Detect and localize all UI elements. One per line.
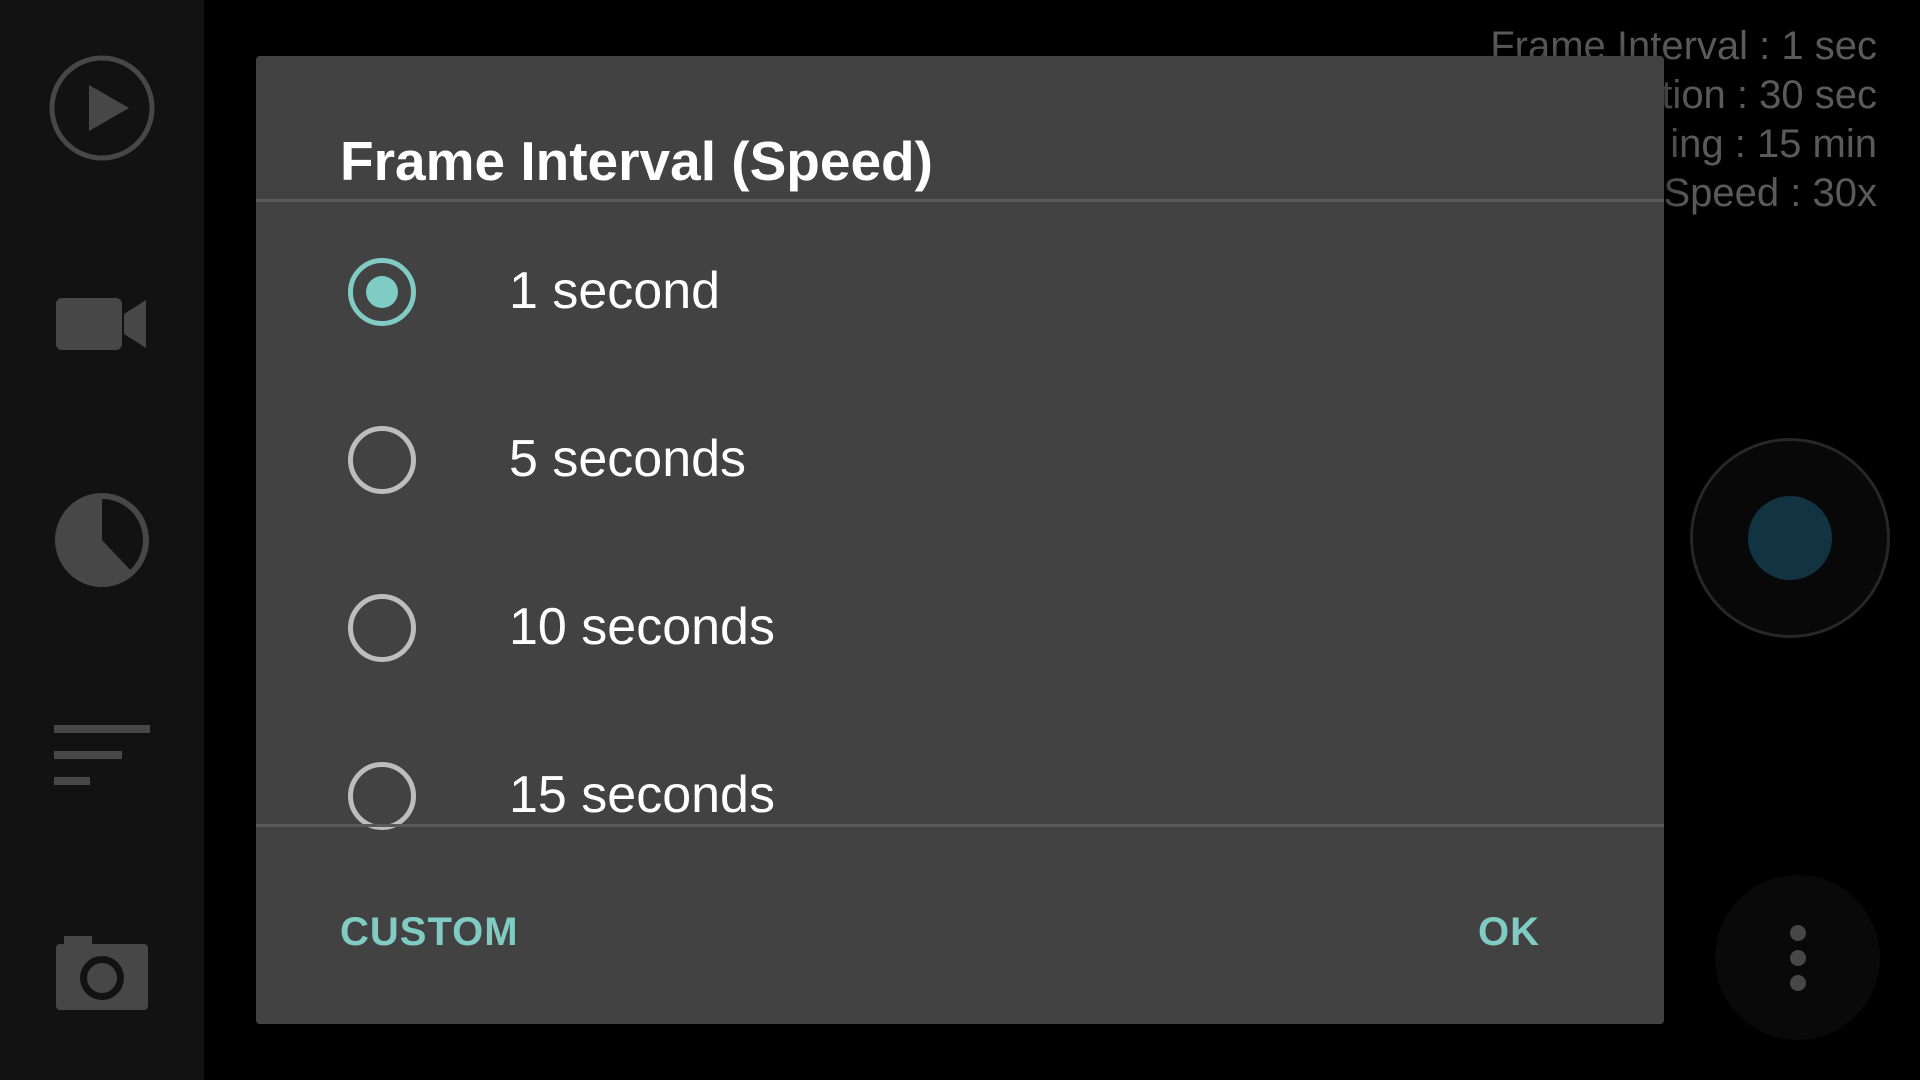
- option-1-second[interactable]: 1 second: [256, 202, 1664, 370]
- camera-app: Frame Interval : 1 sec tion : 30 sec ing…: [0, 0, 1920, 1080]
- option-15-seconds[interactable]: 15 seconds: [256, 706, 1664, 874]
- radio-button[interactable]: [348, 762, 416, 830]
- option-label: 15 seconds: [509, 766, 775, 824]
- frame-interval-dialog: Frame Interval (Speed) 1 second 5 second…: [256, 56, 1664, 1024]
- dialog-title: Frame Interval (Speed): [340, 130, 933, 192]
- radio-button-selected[interactable]: [348, 258, 416, 326]
- actions-divider: [256, 824, 1664, 827]
- radio-button[interactable]: [348, 594, 416, 662]
- option-label: 10 seconds: [509, 598, 775, 656]
- option-5-seconds[interactable]: 5 seconds: [256, 370, 1664, 538]
- radio-button[interactable]: [348, 426, 416, 494]
- option-label: 5 seconds: [509, 430, 747, 488]
- custom-button[interactable]: CUSTOM: [340, 896, 519, 968]
- option-10-seconds[interactable]: 10 seconds: [256, 538, 1664, 706]
- ok-button[interactable]: OK: [1478, 896, 1540, 968]
- option-label: 1 second: [509, 262, 721, 320]
